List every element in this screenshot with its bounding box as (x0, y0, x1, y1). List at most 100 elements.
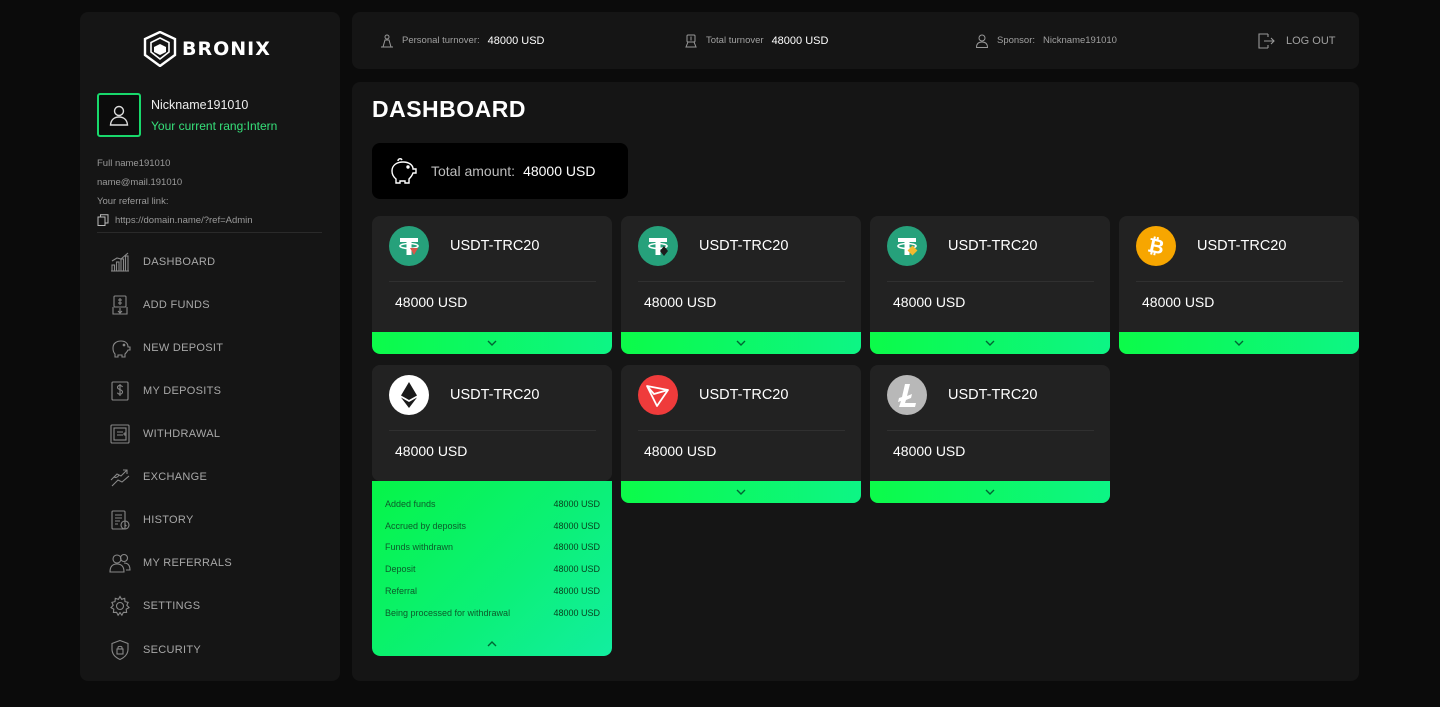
chevron-down-icon (736, 340, 746, 346)
wallet-card[interactable]: USDT-TRC20 48000 USD (870, 365, 1110, 503)
wallet-card[interactable]: USDT-TRC20 48000 USD (870, 216, 1110, 354)
sidebar-item-history[interactable]: HISTORY (109, 508, 194, 532)
card-expand-button[interactable] (1119, 332, 1359, 354)
card-divider (887, 281, 1094, 282)
detail-value: 48000 USD (553, 542, 600, 552)
referral-link-text[interactable]: https://domain.name/?ref=Admin (115, 215, 253, 226)
sidebar-item-label: MY DEPOSITS (143, 385, 222, 397)
logout-button[interactable]: LOG OUT (1256, 12, 1336, 69)
card-divider (389, 281, 596, 282)
card-expand-button[interactable] (621, 481, 861, 503)
detail-value: 48000 USD (553, 586, 600, 596)
litecoin-icon (887, 375, 927, 415)
card-amount: 48000 USD (644, 294, 717, 310)
personal-turnover: Personal turnover: 48000 USD (380, 12, 545, 69)
sponsor-icon (975, 34, 989, 48)
sponsor: Sponsor: Nickname191010 (975, 12, 1117, 69)
card-header: USDT-TRC20 (887, 375, 1037, 415)
sidebar-item-withdrawal[interactable]: WITHDRAWAL (109, 422, 220, 446)
card-divider (389, 430, 596, 431)
user-full-name: Full name191010 (97, 158, 171, 169)
exchange-icon (110, 469, 130, 487)
wallet-card[interactable]: USDT-TRC20 48000 USD (621, 216, 861, 354)
avatar[interactable] (97, 93, 141, 137)
logout-icon (1258, 32, 1275, 49)
chevron-up-icon[interactable] (486, 640, 498, 648)
card-expand-button[interactable] (372, 332, 612, 354)
card-amount: 48000 USD (395, 294, 468, 310)
card-header: USDT-TRC20 (638, 226, 788, 266)
detail-label: Accrued by deposits (385, 521, 467, 531)
shield-icon (111, 639, 129, 661)
sidebar-item-label: MY REFERRALS (143, 557, 232, 569)
card-header: USDT-TRC20 (887, 226, 1037, 266)
card-divider (1136, 281, 1343, 282)
card-expand-bar[interactable] (372, 332, 612, 354)
sidebar-item-dashboard[interactable]: DASHBOARD (109, 250, 215, 274)
card-amount: 48000 USD (395, 443, 468, 459)
detail-row: Funds withdrawn 48000 USD (385, 542, 600, 552)
sidebar-item-settings[interactable]: SETTINGS (109, 594, 200, 618)
wallet-icon (110, 424, 130, 444)
piggy-bank-icon (112, 340, 131, 358)
chevron-down-icon (487, 340, 497, 346)
chevron-down-icon (736, 489, 746, 495)
gear-icon (110, 595, 130, 617)
ethereum-icon (389, 375, 429, 415)
wallet-card[interactable]: USDT-TRC20 48000 USD (621, 365, 861, 503)
wallet-card[interactable]: ₿ USDT-TRC20 48000 USD (1119, 216, 1359, 354)
logo[interactable]: BRONIX (143, 31, 271, 67)
sidebar-item-new-deposit[interactable]: NEW DEPOSIT (109, 336, 223, 360)
card-divider (638, 281, 845, 282)
user-rank: Your current rang:Intern (151, 119, 278, 133)
copy-icon[interactable] (97, 214, 109, 226)
card-expand-button[interactable] (870, 481, 1110, 503)
total-amount-panel: Total amount: 48000 USD (372, 143, 628, 199)
sidebar-item-label: SECURITY (143, 644, 202, 656)
sidebar-item-my-deposits[interactable]: MY DEPOSITS (109, 379, 221, 403)
card-currency-name: USDT-TRC20 (450, 238, 540, 254)
card-expand-button[interactable] (621, 332, 861, 354)
page-title: DASHBOARD (372, 96, 526, 122)
sidebar-item-label: DASHBOARD (143, 256, 216, 268)
detail-value: 48000 USD (553, 521, 600, 531)
card-expand-button[interactable] (870, 332, 1110, 354)
wallet-card[interactable]: USDT-TRC20 48000 USD (372, 365, 612, 481)
total-turnover-label: Total turnover (706, 35, 764, 46)
sidebar-item-add-funds[interactable]: ADD FUNDS (109, 293, 210, 317)
detail-row: Added funds 48000 USD (385, 499, 600, 509)
card-details-container: Added funds 48000 USD Accrued by deposits… (372, 481, 612, 656)
card-details-panel: Added funds 48000 USD Accrued by deposits… (372, 481, 612, 656)
sidebar-item-my-referrals[interactable]: MY REFERRALS (109, 551, 232, 575)
tron-icon (638, 375, 678, 415)
card-currency-name: USDT-TRC20 (450, 387, 540, 403)
chevron-down-icon (985, 340, 995, 346)
top-bar: Personal turnover: 48000 USD Total turno… (352, 12, 1359, 69)
card-amount: 48000 USD (893, 443, 966, 459)
history-icon (111, 510, 130, 530)
card-amount: 48000 USD (1142, 294, 1215, 310)
dollar-icon (111, 381, 129, 401)
brand-name: BRONIX (182, 38, 271, 60)
card-amount: 48000 USD (893, 294, 966, 310)
sidebar-item-exchange[interactable]: EXCHANGE (109, 465, 207, 489)
user-icon (109, 105, 129, 126)
personal-turnover-label: Personal turnover: (402, 35, 480, 46)
sidebar-item-label: WITHDRAWAL (143, 428, 221, 440)
sidebar-item-label: ADD FUNDS (143, 299, 210, 311)
sidebar-item-label: SETTINGS (143, 600, 201, 612)
detail-value: 48000 USD (553, 499, 600, 509)
total-amount-value: 48000 USD (523, 163, 596, 179)
logout-label[interactable]: LOG OUT (1286, 35, 1336, 47)
chevron-down-icon (1234, 340, 1244, 346)
detail-label: Added funds (385, 499, 436, 509)
detail-label: Referral (385, 586, 418, 596)
detail-row: Accrued by deposits 48000 USD (385, 521, 600, 531)
sidebar-item-security[interactable]: SECURITY (109, 638, 201, 662)
tether-trc-icon (389, 226, 429, 266)
sidebar-divider (97, 232, 322, 233)
total-turnover-icon (685, 34, 697, 47)
card-currency-name: USDT-TRC20 (699, 387, 789, 403)
total-turnover-value: 48000 USD (771, 34, 829, 47)
referral-link[interactable]: https://domain.name/?ref=Admin (97, 214, 253, 226)
